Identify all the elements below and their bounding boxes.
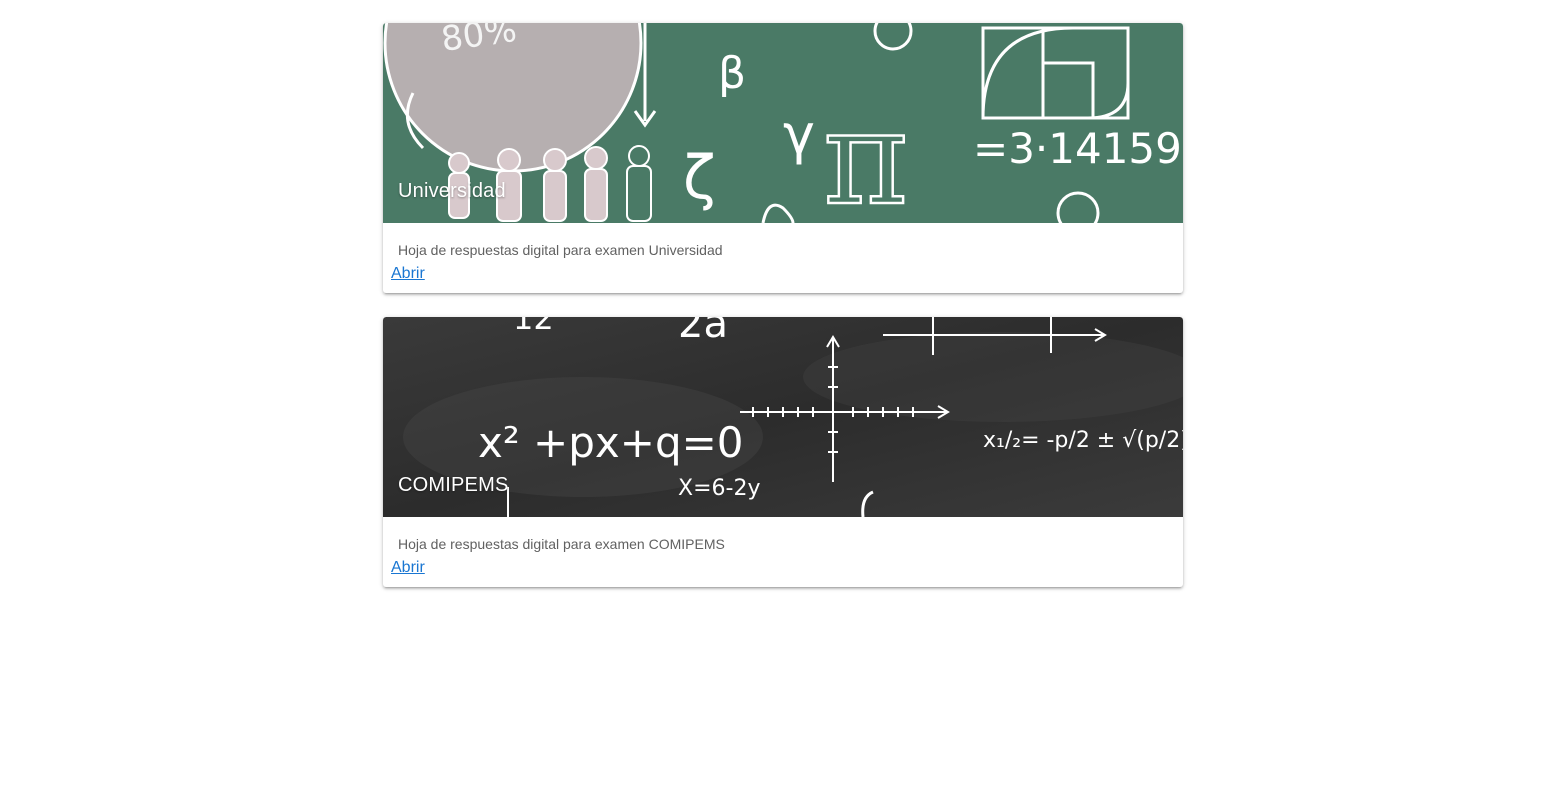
- svg-text:ζ: ζ: [683, 143, 716, 213]
- open-link-comipems[interactable]: Abrir: [391, 559, 425, 576]
- card-action: Abrir: [383, 552, 1183, 587]
- card-image-black-chalkboard: 12 2a x² +px+q=0 X=6-2y x₁/₂= -p/2 ± √(p…: [383, 317, 1183, 517]
- card-action: Abrir: [383, 258, 1183, 293]
- open-link-universidad[interactable]: Abrir: [391, 265, 425, 282]
- card-title: COMIPEMS: [398, 474, 509, 496]
- card-image-green-chalkboard: 80% β γ ζ π =3·14159 Universidad: [383, 23, 1183, 223]
- card-universidad: 80% β γ ζ π =3·14159 Universidad Hoja de…: [383, 23, 1183, 293]
- svg-text:X=6-2y: X=6-2y: [678, 476, 760, 501]
- svg-text:γ: γ: [783, 103, 815, 166]
- svg-text:x² +px+q=0: x² +px+q=0: [478, 418, 744, 467]
- svg-text:=3·1415926: =3·1415926: [973, 124, 1183, 173]
- card-description: Hoja de respuestas digital para examen U…: [398, 242, 723, 258]
- card-title: Universidad: [398, 180, 506, 202]
- svg-text:β: β: [718, 48, 746, 99]
- card-comipems: 12 2a x² +px+q=0 X=6-2y x₁/₂= -p/2 ± √(p…: [383, 317, 1183, 587]
- svg-text:π: π: [823, 82, 908, 223]
- card-description: Hoja de respuestas digital para examen C…: [398, 536, 725, 552]
- cards-list: 80% β γ ζ π =3·14159 Universidad Hoja de…: [383, 23, 1183, 611]
- svg-text:x₁/₂= -p/2 ± √(p/2)²-q: x₁/₂= -p/2 ± √(p/2)²-q: [983, 428, 1183, 453]
- svg-text:12: 12: [513, 317, 554, 337]
- svg-text:2a: 2a: [678, 317, 728, 347]
